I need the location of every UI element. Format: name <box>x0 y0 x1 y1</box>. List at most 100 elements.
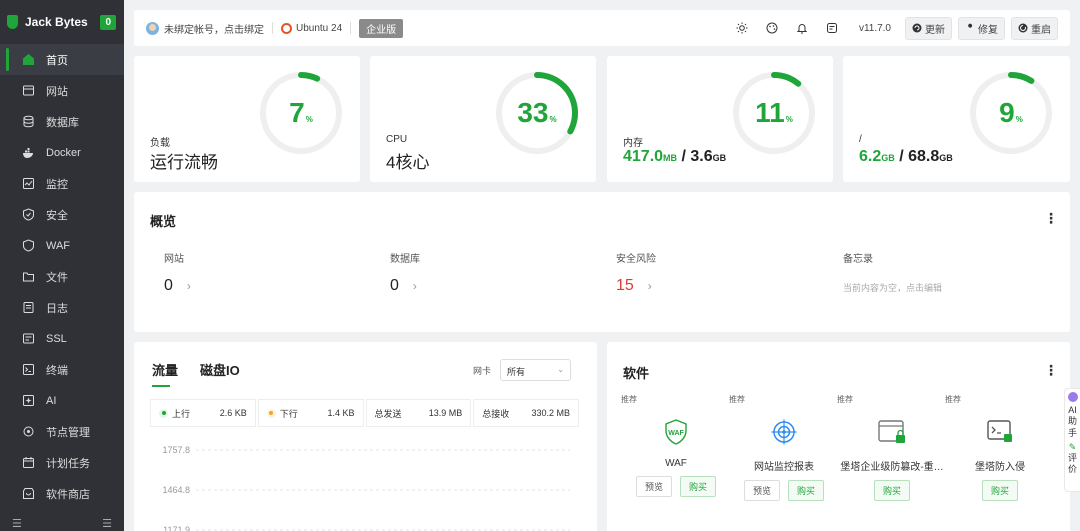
upload-dot-icon <box>159 408 168 418</box>
log-icon <box>22 301 35 314</box>
refresh-icon <box>912 23 922 33</box>
sidebar-item-label: WAF <box>46 239 71 252</box>
overview-memo[interactable]: 备忘录 当前内容为空，点击编辑 <box>843 250 942 294</box>
version-label[interactable]: v11.7.0 <box>859 23 891 34</box>
software-title: 软件 <box>623 366 650 381</box>
memory-card[interactable]: 11% 内存 417.0MB / 3.6GB <box>607 56 833 182</box>
intrusion-terminal-icon <box>985 417 1015 447</box>
sidebar-item-label: 文件 <box>46 271 68 284</box>
ai-assistant-float[interactable]: AI 助 手 ✎ 评 价 <box>1064 388 1080 492</box>
disk-label: / <box>859 134 862 145</box>
feedback-icon[interactable] <box>826 22 838 34</box>
tab-disk-io[interactable]: 磁盘IO <box>200 360 240 379</box>
sidebar-item-11[interactable]: AI <box>0 385 124 416</box>
tab-traffic[interactable]: 流量 <box>152 360 178 387</box>
sidebar-item-3[interactable]: Docker <box>0 137 124 168</box>
memory-usage: 417.0MB / 3.6GB <box>623 148 727 165</box>
store-icon <box>22 487 35 500</box>
monitor-icon <box>22 177 35 190</box>
sidebar-item-10[interactable]: 终端 <box>0 354 124 385</box>
update-button[interactable]: 更新 <box>905 16 952 40</box>
software-panel: 软件 ⋮ 推荐 WAF WAF 预览 购买 推荐 网站监控报表 预览 购买 推荐… <box>607 342 1070 531</box>
chevron-right-icon: › <box>412 279 417 293</box>
sidebar-item-2[interactable]: 数据库 <box>0 106 124 137</box>
overview-security-risks[interactable]: 安全风险 15 › <box>616 250 656 295</box>
overview-databases[interactable]: 数据库 0 › <box>390 250 420 295</box>
sun-icon[interactable] <box>736 22 748 34</box>
load-card[interactable]: 7% 负载 运行流畅 <box>134 56 360 182</box>
sidebar-item-label: 终端 <box>46 364 68 377</box>
top-bar: 未绑定帐号，点击绑定 Ubuntu 24 企业版 v11.7.0 更新 修复 重… <box>134 10 1070 46</box>
wrench-icon <box>965 23 975 33</box>
software-item-anti-tamper[interactable]: 推荐 堡塔企业级防篡改-重… 购买 <box>837 394 947 501</box>
update-label: 更新 <box>925 24 945 36</box>
os-name: Ubuntu 24 <box>296 22 343 34</box>
ai-sparkle-icon <box>1067 392 1078 402</box>
sidebar-item-8[interactable]: 日志 <box>0 292 124 323</box>
stat-total-received: 总接收 330.2 MB <box>473 399 579 427</box>
traffic-panel: 流量 磁盘IO 网卡 所有 ⌄ 上行 2.6 KB 下行 1.4 KB 总发送 13.… <box>134 342 597 531</box>
chart-y-tick-label: 1464.8 <box>162 485 190 495</box>
brand-logo-icon <box>7 15 18 29</box>
sidebar-item-1[interactable]: 网站 <box>0 75 124 106</box>
disk-card[interactable]: 9% / 6.2GB / 68.8GB <box>843 56 1070 182</box>
ai-icon <box>22 394 35 407</box>
sidebar-item-label: 网站 <box>46 85 68 98</box>
restart-label: 重启 <box>1031 24 1051 36</box>
software-item-site-monitor[interactable]: 推荐 网站监控报表 预览 购买 <box>729 394 839 501</box>
chevron-right-icon: › <box>186 279 191 293</box>
traffic-chart: 1757.8 1464.8 1171.9 <box>162 445 570 531</box>
menu-settings-icon[interactable]: ☰ <box>102 517 112 531</box>
topbar-actions: v11.7.0 更新 修复 重启 <box>727 16 1058 40</box>
sidebar-item-13[interactable]: 计划任务 <box>0 447 124 478</box>
divider <box>350 22 352 34</box>
avatar[interactable] <box>146 21 159 35</box>
docker-icon <box>22 146 35 159</box>
chart-y-tick-label: 1171.9 <box>163 525 190 531</box>
disk-gauge: 9% <box>968 70 1054 156</box>
recommend-tag: 推荐 <box>945 395 961 404</box>
sidebar-item-9[interactable]: SSL <box>0 323 124 354</box>
recommend-tag: 推荐 <box>621 395 637 404</box>
sidebar-item-label: 日志 <box>46 302 68 315</box>
buy-button[interactable]: 购买 <box>981 480 1018 501</box>
overview-websites[interactable]: 网站 0 › <box>164 250 191 295</box>
sidebar-item-12[interactable]: 节点管理 <box>0 416 124 447</box>
cpu-card[interactable]: 33% CPU 4核心 <box>370 56 596 182</box>
sidebar-item-6[interactable]: WAF <box>0 230 124 261</box>
chevron-right-icon: › <box>647 279 652 293</box>
sidebar-item-label: 监控 <box>46 178 68 191</box>
preview-button[interactable]: 预览 <box>743 480 780 501</box>
folder-icon <box>22 270 35 283</box>
software-item-intrusion[interactable]: 推荐 堡塔防入侵 购买 <box>945 394 1055 501</box>
load-label: 负载 <box>150 138 170 149</box>
repair-button[interactable]: 修复 <box>958 16 1005 40</box>
overview-more-icon[interactable]: ⋮ <box>1044 211 1058 225</box>
account-bind-link[interactable]: 未绑定帐号，点击绑定 <box>164 21 264 36</box>
collapse-icon[interactable]: ☰ <box>12 517 22 531</box>
edition-badge[interactable]: 企业版 <box>359 18 404 38</box>
sidebar-item-label: 节点管理 <box>46 426 90 439</box>
edit-icon: ✎ <box>1068 441 1077 452</box>
sidebar-item-5[interactable]: 安全 <box>0 199 124 230</box>
preview-button[interactable]: 预览 <box>635 476 672 497</box>
memory-percent: 11 <box>755 97 785 128</box>
sidebar-menu: 首页网站数据库 Docker 监控安全 WAF 文件日志 SSL 终端 AI 节点管理计划任务软… <box>0 44 124 509</box>
buy-button[interactable]: 购买 <box>680 476 717 497</box>
buy-button[interactable]: 购买 <box>873 480 910 501</box>
sidebar-item-4[interactable]: 监控 <box>0 168 124 199</box>
bell-icon[interactable] <box>796 22 808 34</box>
sidebar-item-14[interactable]: 软件商店 <box>0 478 124 509</box>
nic-select[interactable]: 所有 ⌄ <box>500 359 571 381</box>
software-more-icon[interactable]: ⋮ <box>1044 363 1058 377</box>
sidebar-item-0[interactable]: 首页 <box>0 44 124 75</box>
buy-button[interactable]: 购买 <box>788 480 825 501</box>
notification-badge[interactable]: 0 <box>100 15 116 30</box>
sidebar-item-7[interactable]: 文件 <box>0 261 124 292</box>
brand[interactable]: Jack Bytes 0 <box>0 0 124 44</box>
palette-icon[interactable] <box>766 22 778 34</box>
waf-shield-icon: WAF <box>661 417 691 447</box>
sidebar-item-label: 软件商店 <box>46 488 90 501</box>
software-item-waf[interactable]: 推荐 WAF WAF 预览 购买 <box>621 394 731 497</box>
restart-button[interactable]: 重启 <box>1011 16 1058 40</box>
